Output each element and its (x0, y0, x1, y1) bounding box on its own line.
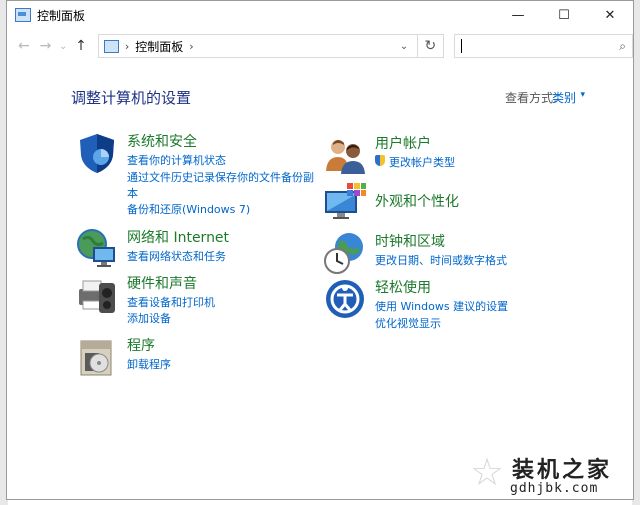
view-by-label: 查看方式: (504, 91, 557, 105)
link-file-history-backup[interactable]: 通过文件历史记录保存你的文件备份副 (127, 169, 314, 185)
shield-icon[interactable] (75, 131, 119, 175)
address-bar[interactable]: › 控制面板 › ⌄ (97, 34, 419, 58)
window-controls: — ☐ ✕ (495, 1, 633, 29)
search-input[interactable]: ⌕ (453, 34, 633, 58)
monitor-palette-icon[interactable] (323, 181, 367, 225)
breadcrumb-separator-icon[interactable]: › (125, 40, 129, 53)
programs-title[interactable]: 程序 (127, 335, 155, 355)
link-network-status[interactable]: 查看网络状态和任务 (127, 248, 226, 264)
clock-globe-icon[interactable] (323, 231, 367, 275)
recent-locations-chevron-icon[interactable]: ⌄ (56, 41, 70, 52)
back-arrow-icon[interactable]: ← (13, 38, 35, 54)
link-optimize-visual-display[interactable]: 优化视觉显示 (375, 315, 441, 331)
control-panel-icon (15, 8, 31, 22)
link-devices-printers[interactable]: 查看设备和打印机 (127, 294, 215, 310)
link-view-computer-status[interactable]: 查看你的计算机状态 (127, 152, 226, 168)
watermark-title: 装机之家 (512, 458, 613, 483)
view-by-chevron-icon[interactable]: ▾ (580, 90, 585, 100)
link-backup-restore[interactable]: 备份和还原(Windows 7) (127, 201, 250, 217)
link-add-device[interactable]: 添加设备 (127, 310, 171, 326)
user-accounts-title[interactable]: 用户帐户 (375, 133, 431, 153)
users-icon[interactable] (323, 133, 367, 177)
close-button[interactable]: ✕ (587, 1, 633, 29)
star-icon: ☆ (470, 450, 505, 494)
link-change-date-time-format[interactable]: 更改日期、时间或数字格式 (375, 252, 507, 268)
address-dropdown-icon[interactable]: ⌄ (391, 41, 417, 52)
search-icon[interactable]: ⌕ (619, 39, 626, 54)
forward-arrow-icon[interactable]: → (35, 38, 57, 54)
navigation-bar: ← → ⌄ ↑ › 控制面板 › ⌄ ↻ ⌕ (7, 29, 633, 63)
hardware-sound-title[interactable]: 硬件和声音 (127, 273, 197, 293)
text-caret (460, 39, 462, 53)
up-arrow-icon[interactable]: ↑ (70, 38, 92, 54)
network-internet-title[interactable]: 网络和 Internet (127, 227, 229, 247)
system-security-title[interactable]: 系统和安全 (127, 131, 197, 151)
link-file-history-backup-cont[interactable]: 本 (127, 185, 138, 201)
title-bar: 控制面板 — ☐ ✕ (7, 1, 633, 29)
link-windows-recommended-settings[interactable]: 使用 Windows 建议的设置 (375, 298, 508, 314)
minimize-button[interactable]: — (495, 1, 541, 29)
network-globe-icon[interactable] (75, 227, 119, 271)
ease-of-access-icon[interactable] (323, 277, 367, 321)
link-change-account-type[interactable]: 更改帐户类型 (375, 154, 455, 170)
watermark-url: gdhjbk.com (510, 481, 599, 496)
view-by-dropdown[interactable]: 类别 (552, 89, 576, 106)
control-panel-small-icon (103, 39, 119, 53)
appearance-personalization-title[interactable]: 外观和个性化 (375, 191, 459, 211)
breadcrumb-separator-icon[interactable]: › (189, 40, 193, 53)
page-heading: 调整计算机的设置 (71, 89, 192, 107)
maximize-button[interactable]: ☐ (541, 1, 587, 29)
clock-region-title[interactable]: 时钟和区域 (375, 231, 445, 251)
main-content: 调整计算机的设置 查看方式: 类别 ▾ 系统和安全 查看你的计算机状态 通过文件… (7, 63, 633, 499)
breadcrumb-control-panel[interactable]: 控制面板 (135, 38, 183, 55)
programs-box-icon[interactable] (75, 335, 119, 379)
site-watermark: ☆ 装机之家 gdhjbk.com (470, 448, 630, 503)
link-uninstall-program[interactable]: 卸载程序 (127, 356, 171, 372)
printer-icon[interactable] (75, 273, 119, 317)
window-title: 控制面板 (37, 8, 86, 23)
control-panel-window: 控制面板 — ☐ ✕ ← → ⌄ ↑ › 控制面板 › ⌄ ↻ ⌕ 调整计算机的… (6, 0, 634, 500)
refresh-icon[interactable]: ↻ (418, 34, 444, 58)
ease-of-access-title[interactable]: 轻松使用 (375, 277, 431, 297)
